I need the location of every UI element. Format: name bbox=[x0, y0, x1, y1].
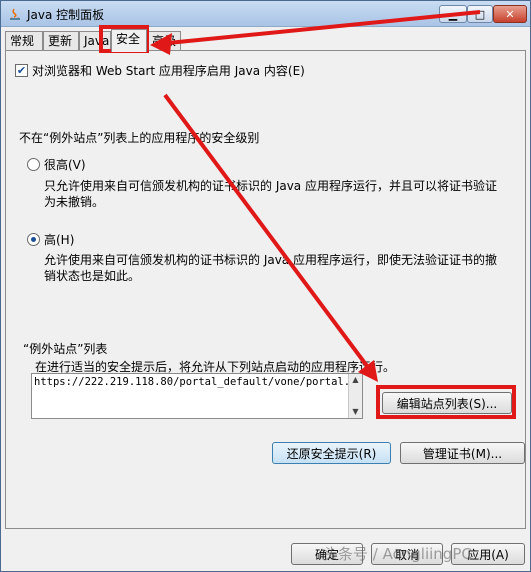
radio-very-high-label: 很高(V) bbox=[44, 158, 86, 172]
minimize-icon: ▁ bbox=[448, 7, 458, 21]
java-control-panel-window: Java 控制面板 ▁ □ ✕ 常规 更新 Java 安全 高级 ✔ 对浏览器和… bbox=[0, 0, 531, 572]
scroll-up-icon[interactable]: ▲ bbox=[349, 374, 362, 386]
radio-high[interactable] bbox=[27, 233, 40, 246]
tab-java[interactable]: Java bbox=[79, 31, 111, 51]
watermark: 头条号 / AongliingPC bbox=[323, 545, 472, 563]
enable-java-checkbox[interactable]: ✔ bbox=[15, 64, 28, 77]
window-title: Java 控制面板 bbox=[27, 8, 105, 22]
tab-security[interactable]: 安全 bbox=[111, 29, 147, 52]
edit-site-list-button[interactable]: 编辑站点列表(S)... bbox=[382, 392, 512, 414]
title-bar: Java 控制面板 ▁ □ ✕ bbox=[1, 1, 530, 27]
radio-high-label: 高(H) bbox=[44, 233, 75, 247]
tab-advanced[interactable]: 高级 bbox=[147, 31, 181, 51]
security-level-heading: 不在“例外站点”列表上的应用程序的安全级别 bbox=[19, 131, 260, 145]
close-icon: ✕ bbox=[505, 7, 515, 21]
java-icon bbox=[10, 8, 20, 20]
close-button[interactable]: ✕ bbox=[493, 5, 527, 23]
minimize-button[interactable]: ▁ bbox=[439, 5, 467, 23]
exception-list-heading: “例外站点”列表 bbox=[23, 342, 108, 356]
manage-certificates-button[interactable]: 管理证书(M)... bbox=[400, 442, 525, 464]
exception-site-list[interactable]: https://222.219.118.80/portal_default/vo… bbox=[31, 373, 363, 419]
maximize-button[interactable]: □ bbox=[467, 5, 493, 23]
very-high-description: 只允许使用来自可信颁发机构的证书标识的 Java 应用程序运行，并且可以将证书验… bbox=[44, 179, 497, 209]
tab-general[interactable]: 常规 bbox=[5, 31, 43, 51]
radio-very-high-row[interactable]: 很高(V) bbox=[27, 156, 86, 173]
list-item[interactable]: https://222.219.118.80/portal_default/vo… bbox=[34, 376, 363, 388]
enable-java-label: 对浏览器和 Web Start 应用程序启用 Java 内容(E) bbox=[32, 64, 305, 78]
radio-very-high[interactable] bbox=[27, 158, 40, 171]
enable-java-checkbox-row[interactable]: ✔ 对浏览器和 Web Start 应用程序启用 Java 内容(E) bbox=[15, 62, 305, 79]
high-description: 允许使用来自可信颁发机构的证书标识的 Java 应用程序运行，即使无法验证证书的… bbox=[44, 253, 497, 283]
list-scrollbar[interactable]: ▲ ▼ bbox=[348, 374, 362, 418]
tab-update[interactable]: 更新 bbox=[43, 31, 79, 51]
checkmark-icon: ✔ bbox=[16, 64, 27, 77]
maximize-icon: □ bbox=[474, 7, 486, 21]
radio-high-row[interactable]: 高(H) bbox=[27, 231, 74, 248]
restore-security-prompts-button[interactable]: 还原安全提示(R) bbox=[272, 442, 391, 464]
scroll-down-icon[interactable]: ▼ bbox=[349, 406, 362, 418]
